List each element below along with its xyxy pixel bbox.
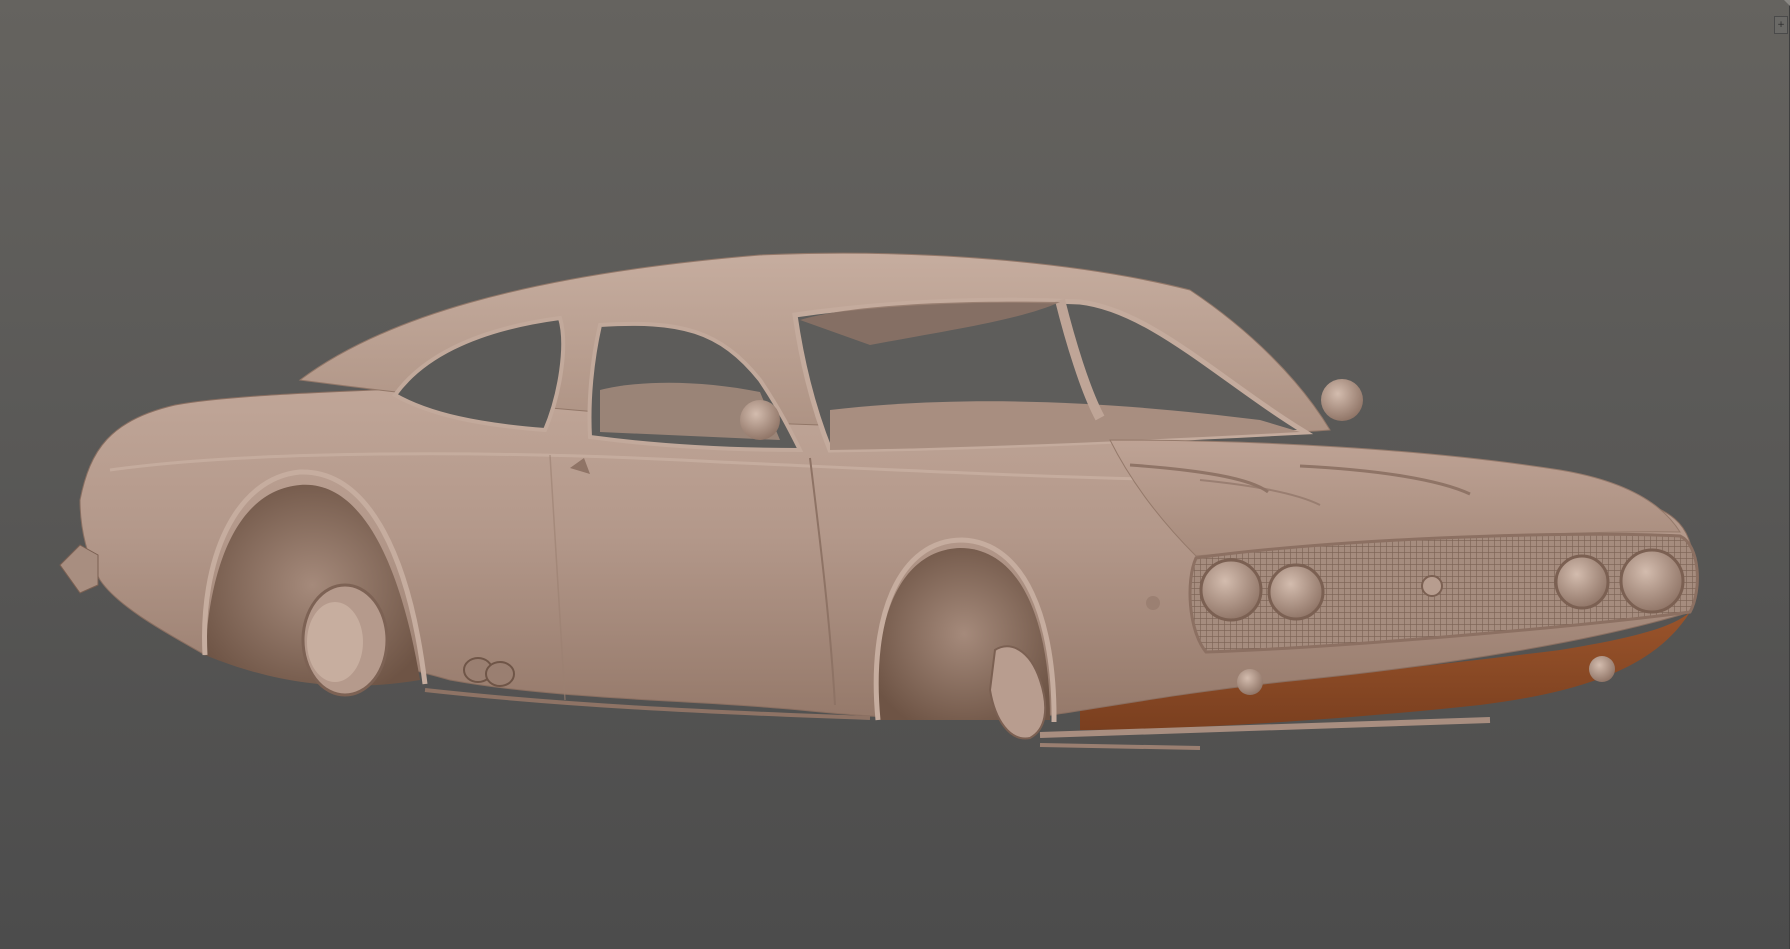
- fog-light-left: [1237, 669, 1263, 695]
- headlight-right-outer: [1619, 548, 1685, 614]
- car-model-render: [59, 252, 1699, 750]
- headlight-left-outer: [1199, 558, 1263, 622]
- plus-icon[interactable]: +: [1774, 16, 1788, 34]
- headlight-left-inner: [1267, 563, 1325, 621]
- headlight-right-inner: [1554, 554, 1610, 610]
- mirror-left: [740, 400, 780, 440]
- corner-notch: [1784, 0, 1790, 6]
- 3d-viewport[interactable]: +: [0, 0, 1790, 949]
- mirror-right: [1321, 379, 1363, 421]
- rear-light: [59, 544, 99, 594]
- exhaust-right: [485, 661, 515, 687]
- fog-light-right: [1589, 656, 1615, 682]
- side-marker: [1146, 596, 1160, 610]
- grille-emblem: [1421, 575, 1443, 597]
